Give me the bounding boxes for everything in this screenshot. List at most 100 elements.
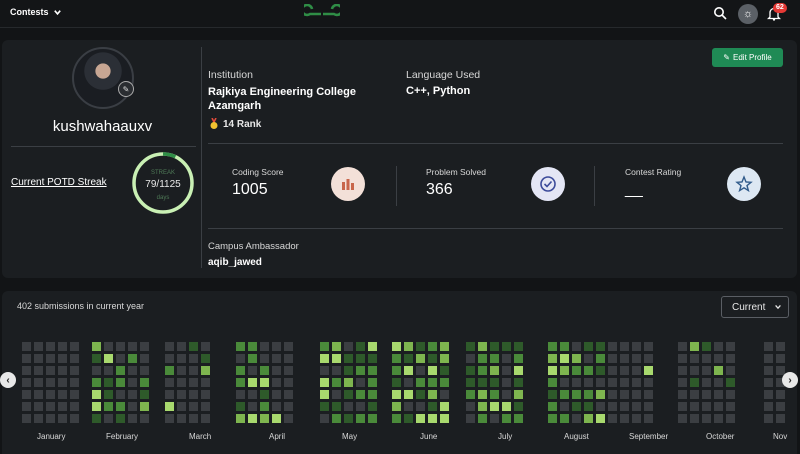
heatmap-cell[interactable]: [440, 354, 449, 363]
heatmap-cell[interactable]: [620, 366, 629, 375]
heatmap-cell[interactable]: [416, 342, 425, 351]
heatmap-cell[interactable]: [726, 378, 735, 387]
heatmap-cell[interactable]: [514, 354, 523, 363]
heatmap-cell[interactable]: [572, 378, 581, 387]
heatmap-cell[interactable]: [92, 342, 101, 351]
heatmap-cell[interactable]: [140, 378, 149, 387]
heatmap-cell[interactable]: [632, 402, 641, 411]
heatmap-cell[interactable]: [284, 354, 293, 363]
heatmap-cell[interactable]: [34, 402, 43, 411]
heatmap-cell[interactable]: [344, 414, 353, 423]
heatmap-cell[interactable]: [702, 342, 711, 351]
heatmap-cell[interactable]: [284, 366, 293, 375]
heatmap-cell[interactable]: [260, 354, 269, 363]
heatmap-cell[interactable]: [620, 342, 629, 351]
heatmap-cell[interactable]: [714, 414, 723, 423]
heatmap-cell[interactable]: [248, 414, 257, 423]
heatmap-cell[interactable]: [46, 378, 55, 387]
heatmap-cell[interactable]: [92, 402, 101, 411]
heatmap-cell[interactable]: [70, 414, 79, 423]
period-select[interactable]: Current: [721, 296, 789, 318]
heatmap-cell[interactable]: [92, 378, 101, 387]
heatmap-cell[interactable]: [34, 414, 43, 423]
heatmap-cell[interactable]: [428, 366, 437, 375]
heatmap-cell[interactable]: [404, 366, 413, 375]
heatmap-cell[interactable]: [177, 414, 186, 423]
heatmap-cell[interactable]: [572, 390, 581, 399]
heatmap-cell[interactable]: [560, 378, 569, 387]
heatmap-cell[interactable]: [332, 342, 341, 351]
heatmap-cell[interactable]: [404, 390, 413, 399]
heatmap-cell[interactable]: [70, 390, 79, 399]
heatmap-cell[interactable]: [116, 378, 125, 387]
heatmap-cell[interactable]: [702, 402, 711, 411]
heatmap-cell[interactable]: [356, 402, 365, 411]
heatmap-cell[interactable]: [22, 414, 31, 423]
heatmap-cell[interactable]: [776, 402, 785, 411]
heatmap-cell[interactable]: [236, 342, 245, 351]
heatmap-cell[interactable]: [764, 402, 773, 411]
heatmap-cell[interactable]: [548, 402, 557, 411]
heatmap-cell[interactable]: [572, 342, 581, 351]
heatmap-cell[interactable]: [490, 414, 499, 423]
heatmap-cell[interactable]: [116, 366, 125, 375]
heatmap-cell[interactable]: [128, 354, 137, 363]
heatmap-cell[interactable]: [404, 342, 413, 351]
heatmap-cell[interactable]: [332, 414, 341, 423]
heatmap-cell[interactable]: [46, 342, 55, 351]
heatmap-cell[interactable]: [392, 390, 401, 399]
heatmap-cell[interactable]: [502, 414, 511, 423]
heatmap-cell[interactable]: [548, 378, 557, 387]
heatmap-cell[interactable]: [776, 342, 785, 351]
heatmap-cell[interactable]: [440, 414, 449, 423]
heatmap-cell[interactable]: [189, 378, 198, 387]
heatmap-cell[interactable]: [584, 378, 593, 387]
heatmap-cell[interactable]: [428, 354, 437, 363]
heatmap-cell[interactable]: [46, 402, 55, 411]
heatmap-cell[interactable]: [726, 390, 735, 399]
heatmap-cell[interactable]: [92, 390, 101, 399]
heatmap-cell[interactable]: [690, 390, 699, 399]
heatmap-cell[interactable]: [644, 378, 653, 387]
heatmap-cell[interactable]: [428, 414, 437, 423]
heatmap-cell[interactable]: [632, 354, 641, 363]
potd-streak-link[interactable]: Current POTD Streak: [11, 177, 107, 188]
heatmap-cell[interactable]: [466, 414, 475, 423]
heatmap-cell[interactable]: [104, 342, 113, 351]
heatmap-cell[interactable]: [22, 390, 31, 399]
heatmap-cell[interactable]: [272, 402, 281, 411]
heatmap-cell[interactable]: [584, 354, 593, 363]
heatmap-cell[interactable]: [392, 342, 401, 351]
heatmap-cell[interactable]: [502, 342, 511, 351]
heatmap-cell[interactable]: [440, 378, 449, 387]
heatmap-cell[interactable]: [678, 342, 687, 351]
chevron-left-icon[interactable]: ‹: [0, 372, 16, 388]
heatmap-cell[interactable]: [46, 414, 55, 423]
heatmap-cell[interactable]: [392, 378, 401, 387]
heatmap-cell[interactable]: [514, 390, 523, 399]
heatmap-cell[interactable]: [320, 378, 329, 387]
heatmap-cell[interactable]: [548, 342, 557, 351]
heatmap-cell[interactable]: [678, 390, 687, 399]
heatmap-cell[interactable]: [140, 342, 149, 351]
heatmap-cell[interactable]: [560, 390, 569, 399]
heatmap-cell[interactable]: [332, 378, 341, 387]
heatmap-cell[interactable]: [332, 390, 341, 399]
heatmap-cell[interactable]: [690, 378, 699, 387]
heatmap-cell[interactable]: [416, 354, 425, 363]
heatmap-cell[interactable]: [332, 354, 341, 363]
heatmap-cell[interactable]: [644, 354, 653, 363]
heatmap-cell[interactable]: [236, 378, 245, 387]
heatmap-cell[interactable]: [104, 354, 113, 363]
heatmap-cell[interactable]: [34, 378, 43, 387]
heatmap-cell[interactable]: [356, 342, 365, 351]
heatmap-cell[interactable]: [260, 390, 269, 399]
heatmap-cell[interactable]: [58, 390, 67, 399]
heatmap-cell[interactable]: [58, 378, 67, 387]
heatmap-cell[interactable]: [236, 366, 245, 375]
heatmap-cell[interactable]: [584, 390, 593, 399]
heatmap-cell[interactable]: [128, 378, 137, 387]
heatmap-cell[interactable]: [632, 366, 641, 375]
heatmap-cell[interactable]: [320, 414, 329, 423]
heatmap-cell[interactable]: [608, 378, 617, 387]
